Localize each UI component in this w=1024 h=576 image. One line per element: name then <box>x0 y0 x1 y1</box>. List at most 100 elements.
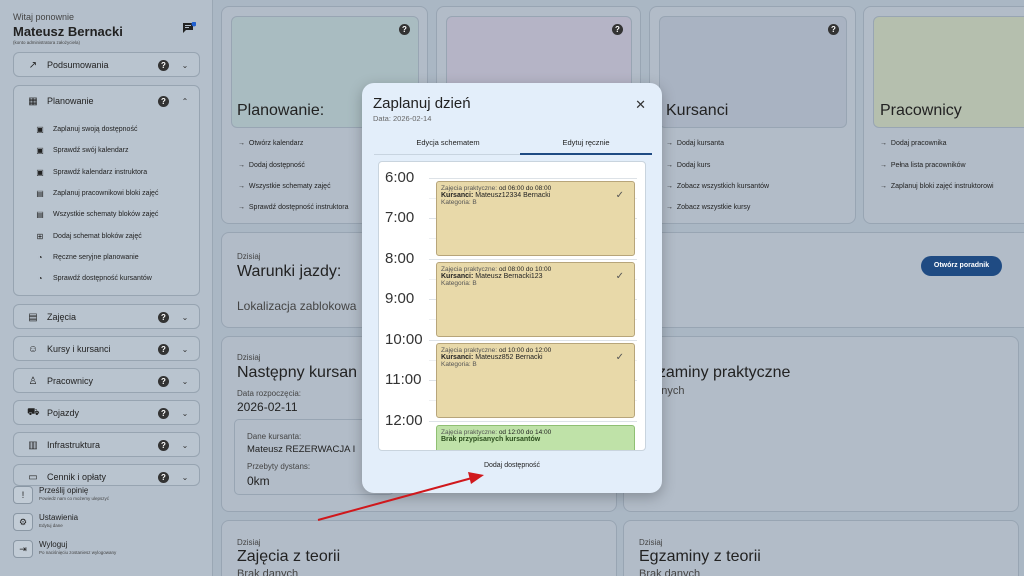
card-icon: ▭ <box>28 471 38 483</box>
card-link[interactable]: → Dodaj kursanta <box>666 140 724 147</box>
gear-icon: ⚙ <box>13 513 33 531</box>
card-pracownicy: Pracownicy → Dodaj pracownika → Pełna li… <box>863 6 1024 224</box>
event-block[interactable]: Zajęcia praktyczne: od 12:00 do 14:00 Br… <box>436 425 635 450</box>
help-icon[interactable]: ? <box>828 24 839 35</box>
chevron-down-icon: ⌄ <box>181 312 189 322</box>
day-schedule[interactable]: 6:00 7:00 8:00 9:00 10:00 11:00 12:00 Za… <box>378 161 646 451</box>
help-icon[interactable]: ? <box>399 24 410 35</box>
messages-icon[interactable] <box>182 22 196 34</box>
help-icon[interactable]: ? <box>158 59 169 71</box>
card-title: Planowanie: <box>237 102 325 119</box>
modal-date: Data: 2026-02-14 <box>373 114 432 123</box>
event-note: Brak przypisanych kursantów <box>441 436 541 443</box>
sub-bloki-zajec[interactable]: ▤ Zaplanuj pracownikowi bloki zajęć <box>34 186 158 200</box>
card-title: Następny kursan <box>237 364 358 381</box>
nav-pracownicy[interactable]: ♙ Pracownicy? ⌄ <box>13 368 200 393</box>
help-icon[interactable]: ? <box>158 311 169 323</box>
sub-label: Zaplanuj pracownikowi bloki zajęć <box>53 189 159 197</box>
help-icon[interactable]: ? <box>158 343 169 355</box>
start-label: Data rozpoczęcia: <box>237 389 302 398</box>
tab-edytuj-recznie[interactable]: Edytuj ręcznie <box>516 138 656 147</box>
nav-cennik[interactable]: ▭ Cennik i opłaty? ⌄ <box>13 464 200 486</box>
trending-icon: ↗ <box>28 59 38 71</box>
footer-ustawienia[interactable]: ⚙ Ustawienia Edytuj dane <box>13 513 78 531</box>
sub-sprawdz-kalendarz[interactable]: ▣ Sprawdź swój kalendarz <box>34 143 128 157</box>
close-icon[interactable]: ✕ <box>635 97 646 113</box>
sub-dodaj-schemat[interactable]: ⊞ Dodaj schemat bloków zajęć <box>34 229 142 243</box>
help-icon[interactable]: ? <box>158 407 169 419</box>
event-block[interactable]: Zajęcia praktyczne: od 06:00 do 08:00 Ku… <box>436 181 635 256</box>
sub-label: Sprawdź swój kalendarz <box>53 146 129 154</box>
nav-label: Podsumowania <box>47 60 109 70</box>
nav-zajecia[interactable]: ▤ Zajęcia? ⌄ <box>13 304 200 329</box>
student-value: Mateusz REZERWACJA I <box>247 444 356 455</box>
nav-podsumowania[interactable]: ↗ Podsumowania ? ⌄ <box>13 52 200 77</box>
footer-sub: Edytuj dane <box>39 523 63 528</box>
calendar-edit-icon: ▣ <box>36 124 44 134</box>
sub-schematy-blokow[interactable]: ▤ Wszystkie schematy bloków zajęć <box>34 207 158 221</box>
sub-reczne-seryjne[interactable]: ◔ Ręczne seryjne planowanie <box>34 250 139 264</box>
truck-icon: ⛟ <box>27 406 40 418</box>
today-label: Dzisiaj <box>237 538 261 547</box>
chevron-down-icon: ⌄ <box>181 344 189 354</box>
nav-planowanie-header[interactable]: ▦ Planowanie ? ⌃ <box>14 89 199 113</box>
card-link[interactable]: → Pełna lista pracowników <box>880 162 966 169</box>
logout-icon: ⇥ <box>13 540 33 558</box>
distance-label: Przebyty dystans: <box>247 462 311 471</box>
check-icon: ✓ <box>615 190 624 201</box>
tab-edycja-schematem[interactable]: Edycja schematem <box>378 138 518 147</box>
card-title: Kursanci <box>666 102 729 119</box>
chevron-up-icon: ⌃ <box>181 96 189 106</box>
sub-zaplanuj-dostepnosc[interactable]: ▣ Zaplanuj swoją dostępność <box>34 122 137 136</box>
card-link[interactable]: → Zaplanuj bloki zajęć instruktorowi <box>880 183 994 190</box>
help-icon[interactable]: ? <box>158 95 169 107</box>
add-availability-button[interactable]: Dodaj dostępność <box>362 462 662 469</box>
chevron-down-icon: ⌄ <box>181 60 189 70</box>
chevron-down-icon: ⌄ <box>181 440 189 450</box>
event-students: Kursanci: Mateusz Bernacki123 <box>441 273 543 280</box>
open-guide-button[interactable]: Otwórz poradnik <box>921 256 1002 276</box>
nav-label: Zajęcia <box>47 312 77 322</box>
card-link[interactable]: → Zobacz wszystkich kursantów <box>666 183 769 190</box>
active-tab-indicator <box>520 153 652 155</box>
hour-line <box>429 259 637 260</box>
sub-label: Dodaj schemat bloków zajęć <box>53 232 142 240</box>
help-icon[interactable]: ? <box>158 471 169 483</box>
hour-line <box>429 421 637 422</box>
hour-label: 10:00 <box>385 331 423 348</box>
card-link[interactable]: → Otwórz kalendarz <box>238 140 303 147</box>
event-time: Zajęcia praktyczne: od 10:00 do 12:00 <box>441 347 552 354</box>
sub-dostepnosc-kursantow[interactable]: ◔ Sprawdź dostępność kursantów <box>34 271 152 285</box>
nav-infrastruktura[interactable]: ▥ Infrastruktura? ⌄ <box>13 432 200 457</box>
card-link[interactable]: → Dodaj pracownika <box>880 140 947 147</box>
nav-kursy[interactable]: ☺ Kursy i kursanci? ⌄ <box>13 336 200 361</box>
footer-opinia[interactable]: ! Prześlij opinię Powiedz nam co możemy u… <box>13 486 109 504</box>
help-icon[interactable]: ? <box>158 439 169 451</box>
event-block[interactable]: Zajęcia praktyczne: od 10:00 do 12:00 Ku… <box>436 343 635 418</box>
help-icon[interactable]: ? <box>612 24 623 35</box>
card-link[interactable]: → Sprawdź dostępność instruktora <box>238 204 349 211</box>
sidebar: Witaj ponownie Mateusz Bernacki (konto a… <box>0 0 213 576</box>
footer-title: Prześlij opinię <box>39 486 89 495</box>
card-link[interactable]: → Dodaj dostępność <box>238 162 305 169</box>
footer-wyloguj[interactable]: ⇥ Wyloguj Po naciśnięciu zostaniesz wylog… <box>13 540 116 558</box>
help-icon[interactable]: ? <box>158 375 169 387</box>
hour-label: 12:00 <box>385 412 423 429</box>
event-block[interactable]: Zajęcia praktyczne: od 08:00 do 10:00 Ku… <box>436 262 635 337</box>
feedback-icon: ! <box>13 486 33 504</box>
card-link[interactable]: → Wszystkie schematy zajęć <box>238 183 331 190</box>
footer-sub: Powiedz nam co możemy ulepszyć <box>39 496 110 501</box>
nav-label: Kursy i kursanci <box>47 344 111 354</box>
card-egzaminy-teoria: Dzisiaj Egzaminy z teorii Brak danych <box>623 520 1019 576</box>
nav-pojazdy[interactable]: ⛟ Pojazdy? ⌄ <box>13 400 200 425</box>
card-link[interactable]: → Dodaj kurs <box>666 162 710 169</box>
sub-kalendarz-instruktora[interactable]: ▣ Sprawdź kalendarz instruktora <box>34 165 147 179</box>
sub-label: Zaplanuj swoją dostępność <box>53 125 138 133</box>
event-time: Zajęcia praktyczne: od 08:00 do 10:00 <box>441 266 552 273</box>
calendar-icon: ▣ <box>36 167 44 177</box>
calendar-icon: ▦ <box>28 95 38 107</box>
distance-value: 0km <box>247 474 270 488</box>
hour-label: 11:00 <box>385 371 422 388</box>
nav-label: Planowanie <box>47 96 94 106</box>
card-link[interactable]: → Zobacz wszystkie kursy <box>666 204 750 211</box>
